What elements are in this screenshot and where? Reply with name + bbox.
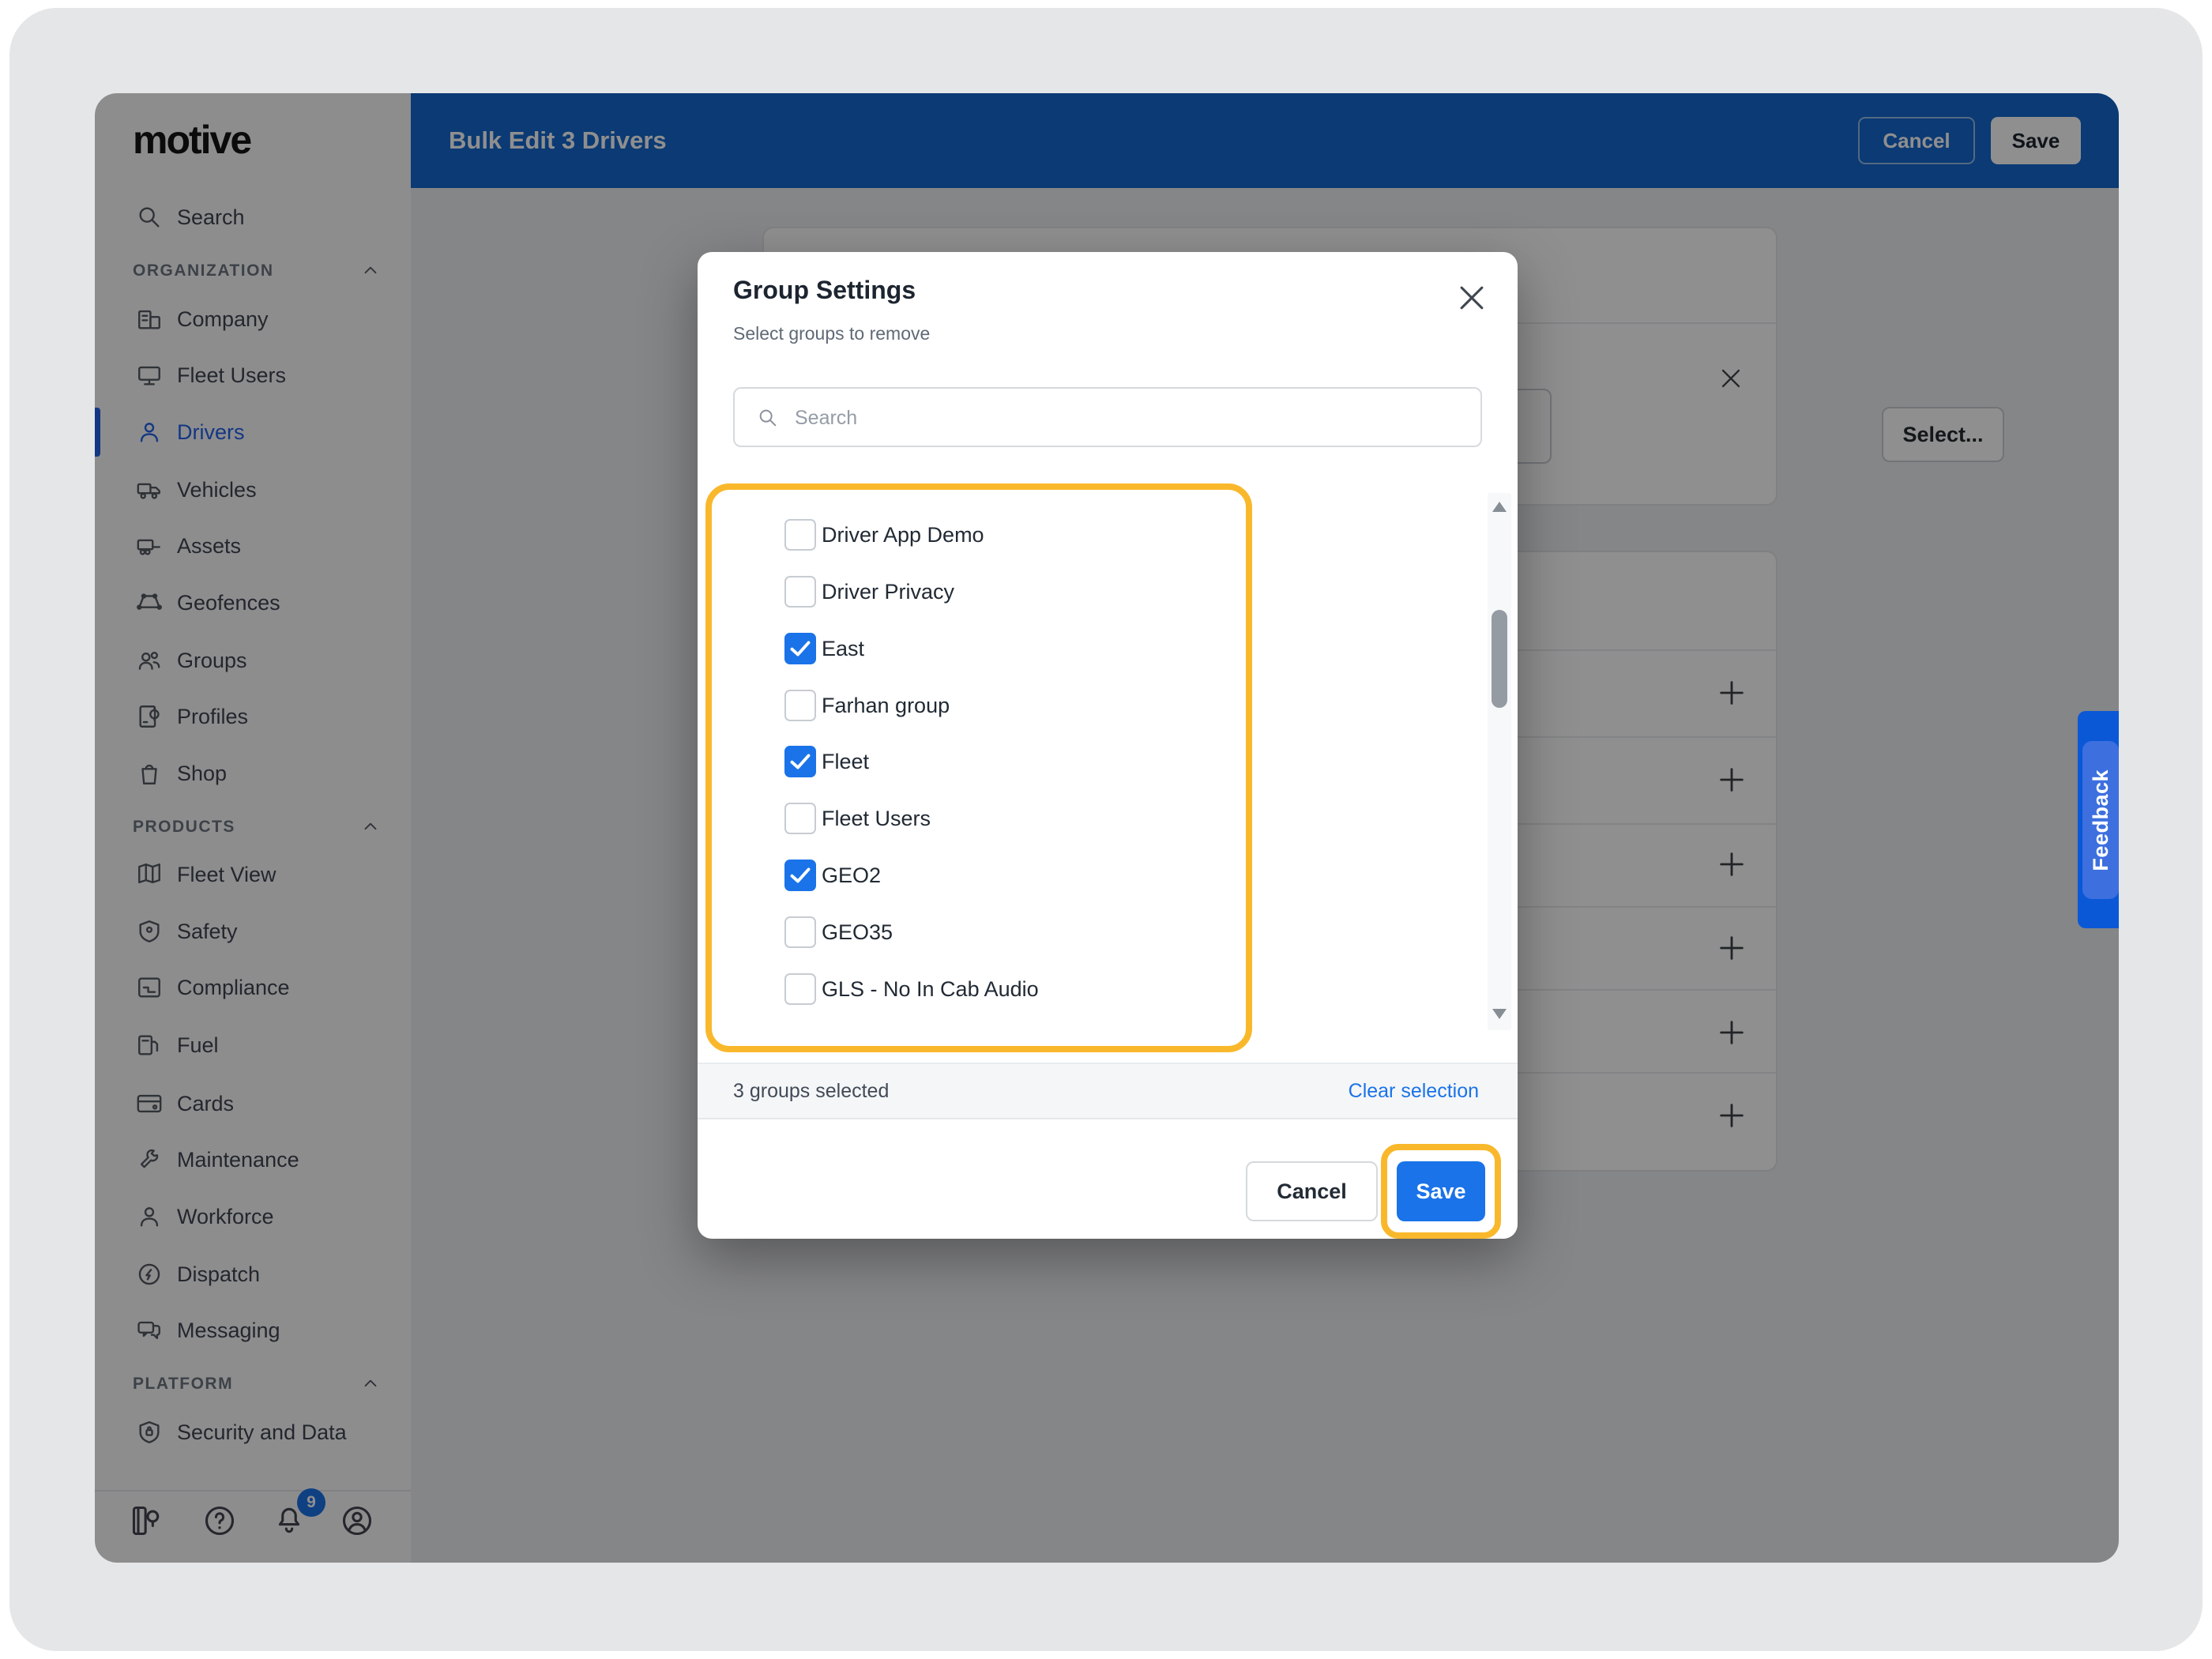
checkbox-checked[interactable] bbox=[784, 860, 816, 891]
group-row-geo2[interactable]: GEO2 bbox=[733, 847, 1176, 904]
checkbox-unchecked[interactable] bbox=[784, 690, 816, 721]
selected-count-text: 3 groups selected bbox=[733, 1064, 889, 1118]
modal-subtitle: Select groups to remove bbox=[733, 323, 930, 344]
group-label: GEO35 bbox=[822, 920, 893, 945]
checkbox-unchecked[interactable] bbox=[784, 576, 816, 608]
modal-search-box bbox=[733, 387, 1482, 447]
checkbox-unchecked[interactable] bbox=[784, 803, 816, 834]
checkbox-checked[interactable] bbox=[784, 746, 816, 777]
search-icon bbox=[757, 407, 779, 429]
feedback-label: Feedback bbox=[2089, 769, 2113, 871]
selection-summary-bar: 3 groups selected Clear selection bbox=[698, 1063, 1518, 1119]
group-label: Driver App Demo bbox=[822, 523, 984, 547]
scroll-down-arrow[interactable] bbox=[1492, 1009, 1507, 1019]
scrollbar-thumb[interactable] bbox=[1492, 610, 1507, 708]
page: motive Search ORGANIZATION Company Fleet… bbox=[0, 0, 2212, 1659]
group-settings-modal: Group Settings Select groups to remove D… bbox=[698, 252, 1518, 1239]
checkbox-unchecked[interactable] bbox=[784, 916, 816, 948]
group-label: Farhan group bbox=[822, 694, 950, 718]
clear-selection-link[interactable]: Clear selection bbox=[1349, 1064, 1479, 1118]
checkbox-unchecked[interactable] bbox=[784, 519, 816, 551]
group-row-farhan-group[interactable]: Farhan group bbox=[733, 677, 1176, 734]
group-label: East bbox=[822, 637, 864, 661]
group-row-driver-privacy[interactable]: Driver Privacy bbox=[733, 563, 1176, 620]
modal-search-input[interactable] bbox=[793, 390, 1468, 446]
group-label: GEO2 bbox=[822, 863, 881, 888]
group-label: Fleet Users bbox=[822, 807, 931, 831]
scrollbar-track[interactable] bbox=[1488, 493, 1511, 1030]
feedback-tab[interactable]: Feedback bbox=[2078, 711, 2119, 928]
scroll-up-arrow[interactable] bbox=[1492, 502, 1507, 512]
group-row-east[interactable]: East bbox=[733, 620, 1176, 677]
group-row-driver-app-demo[interactable]: Driver App Demo bbox=[733, 506, 1176, 563]
checkbox-checked[interactable] bbox=[784, 633, 816, 664]
modal-title: Group Settings bbox=[733, 276, 916, 305]
group-label: Driver Privacy bbox=[822, 580, 954, 604]
feedback-tab-inner: Feedback bbox=[2082, 741, 2119, 899]
group-row-gls-no-in-cab-audio[interactable]: GLS - No In Cab Audio bbox=[733, 961, 1176, 1018]
group-label: Fleet bbox=[822, 750, 869, 774]
group-row-fleet[interactable]: Fleet bbox=[733, 733, 1176, 790]
modal-cancel-button[interactable]: Cancel bbox=[1246, 1161, 1378, 1221]
modal-save-button[interactable]: Save bbox=[1397, 1161, 1485, 1221]
group-row-fleet-users[interactable]: Fleet Users bbox=[733, 790, 1176, 847]
group-row-geo35[interactable]: GEO35 bbox=[733, 904, 1176, 961]
checkbox-unchecked[interactable] bbox=[784, 973, 816, 1005]
close-icon[interactable] bbox=[1454, 280, 1489, 315]
group-label: GLS - No In Cab Audio bbox=[822, 977, 1039, 1002]
